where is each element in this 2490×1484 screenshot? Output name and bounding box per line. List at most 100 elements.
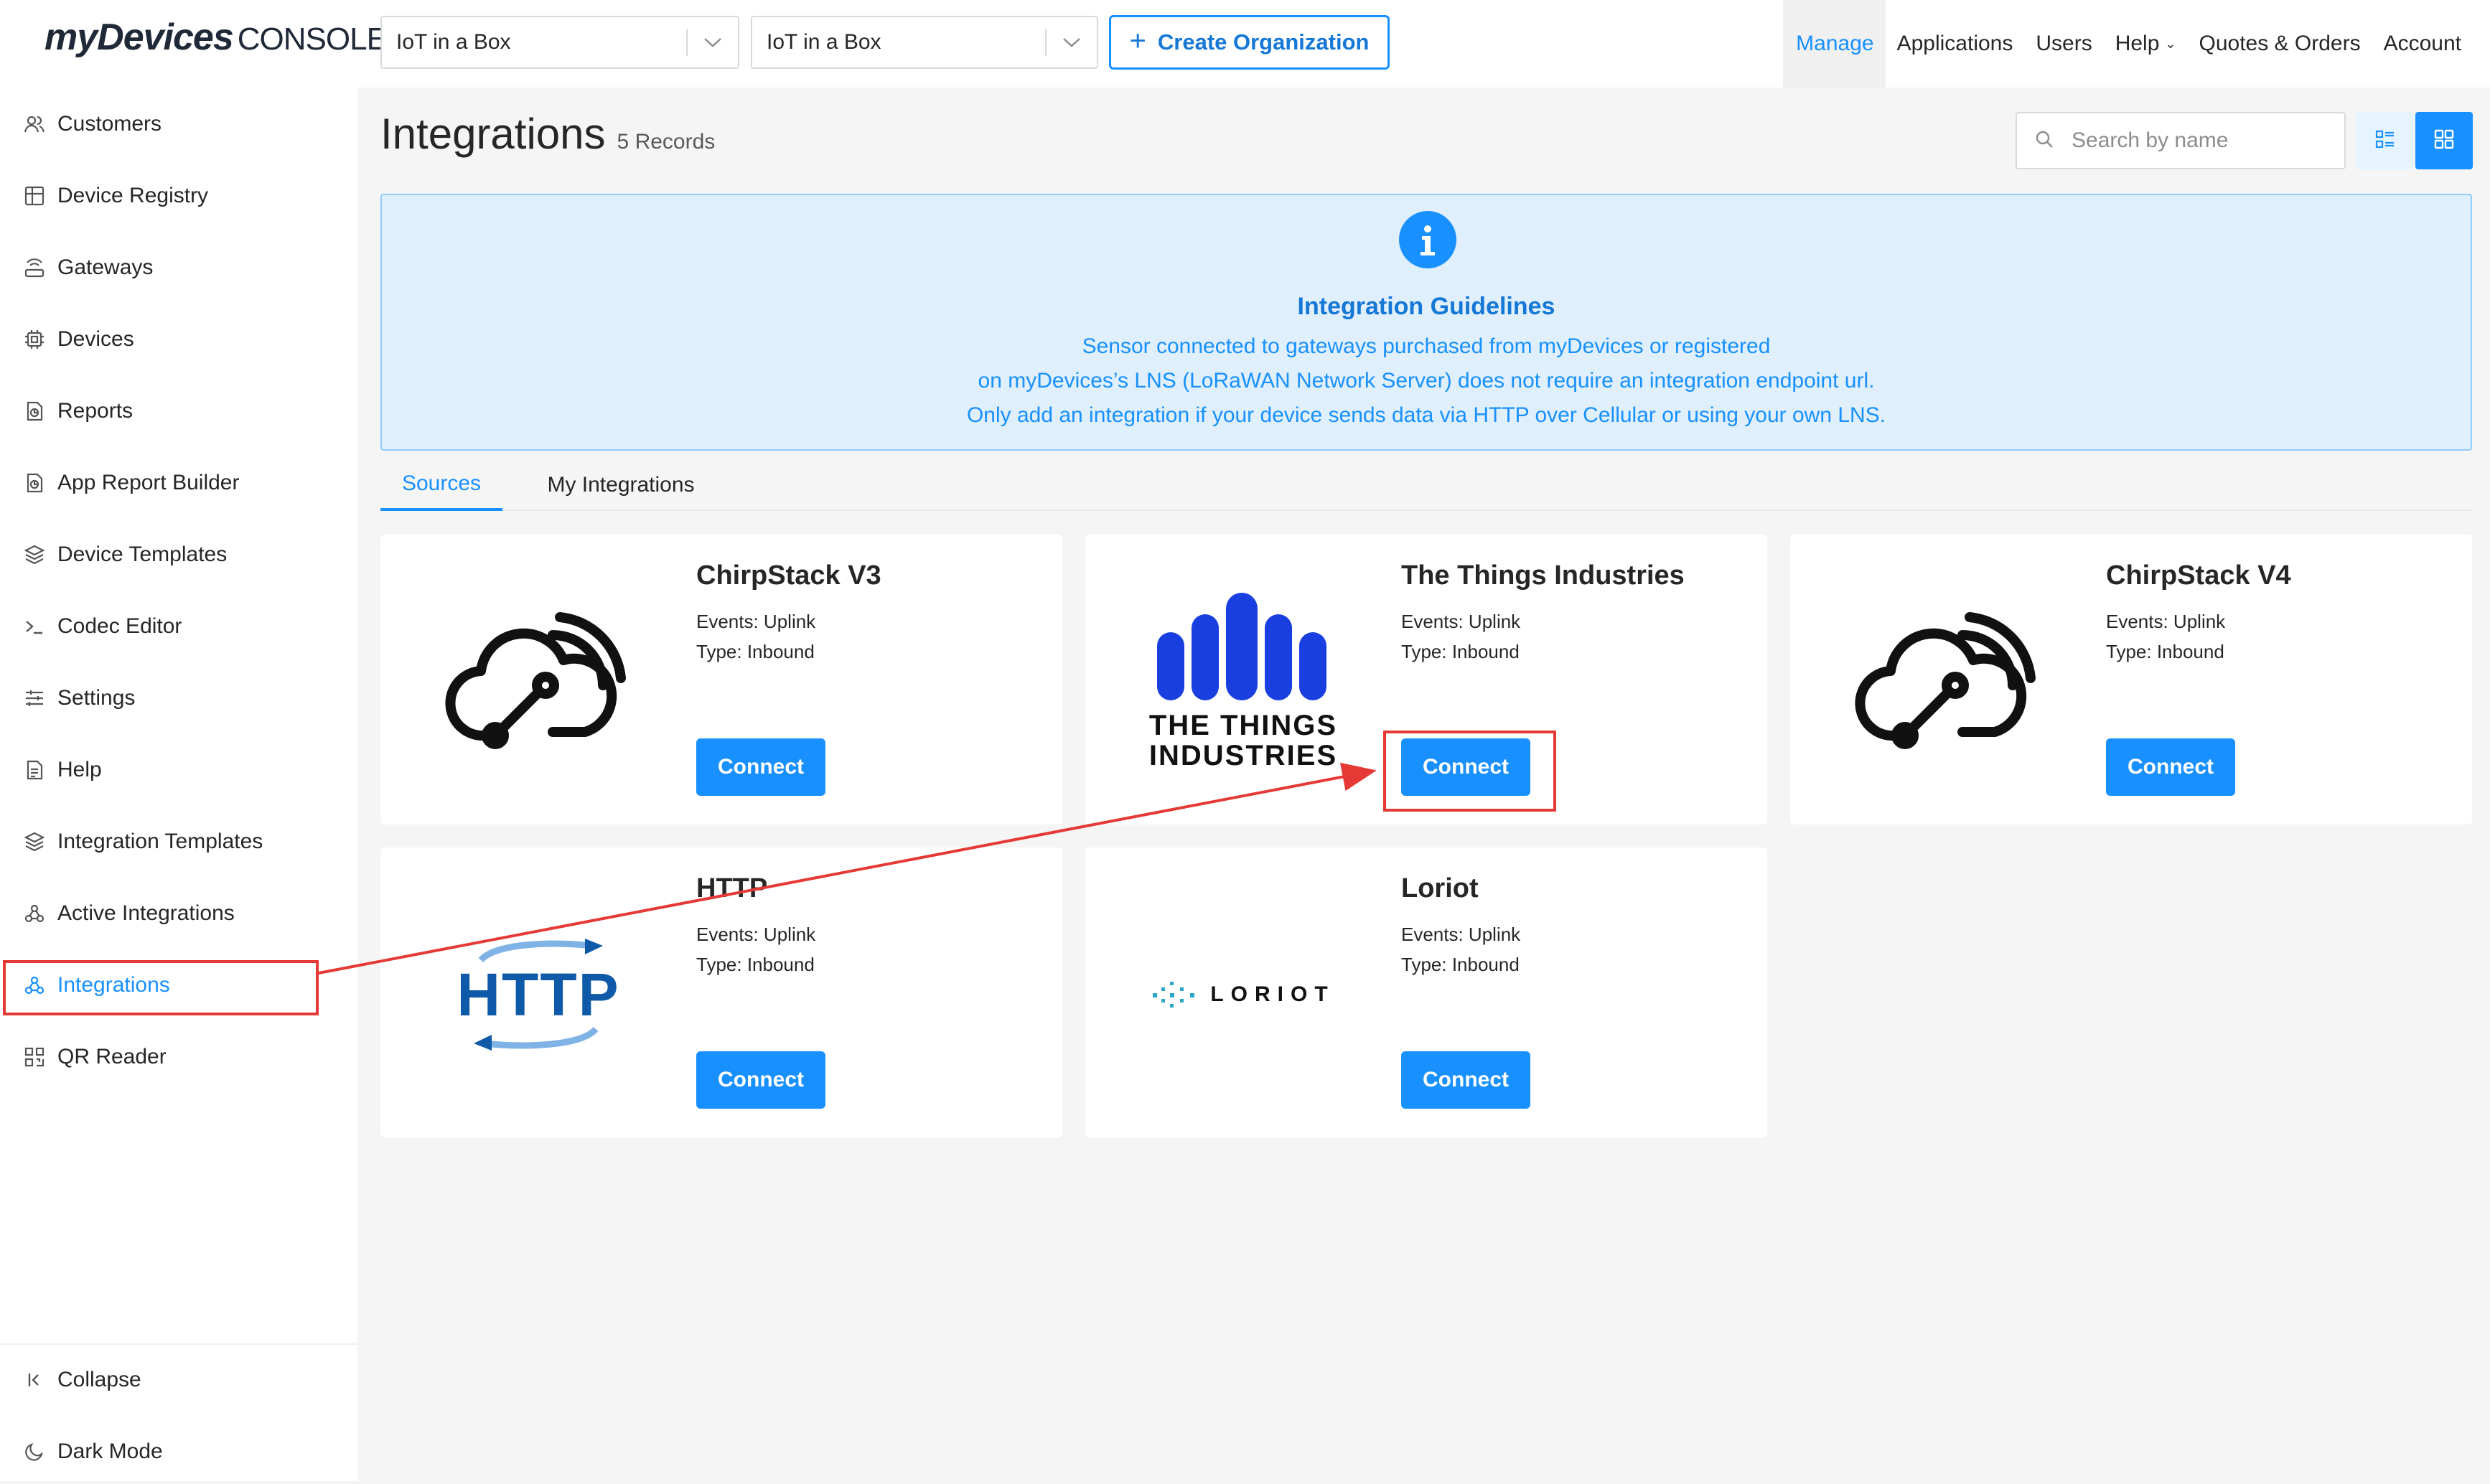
- nav-account[interactable]: Account: [2372, 0, 2490, 88]
- loriot-logo-text: LORIOT: [1210, 982, 1335, 1006]
- collapse-icon: [22, 1367, 47, 1393]
- organization-select-secondary[interactable]: IoT in a Box: [751, 16, 1098, 69]
- banner-line: on myDevices’s LNS (LoRaWAN Network Serv…: [978, 369, 1875, 393]
- document-icon: [22, 757, 47, 783]
- annotation-highlight-integrations: [3, 960, 319, 1015]
- report-builder-icon: [22, 470, 47, 496]
- integration-guidelines-banner: Integration Guidelines Sensor connected …: [380, 194, 2472, 451]
- integration-card-chirpstack-v3: ChirpStack V3 Events: Uplink Type: Inbou…: [380, 535, 1062, 825]
- tti-logo-text-line2: INDUSTRIES: [1148, 740, 1338, 771]
- sidebar-dark-mode[interactable]: Dark Mode: [0, 1419, 357, 1484]
- nav-help[interactable]: Help ⌄: [2104, 0, 2188, 88]
- sidebar-item-label: Gateways: [57, 255, 154, 279]
- registry-icon: [22, 183, 47, 209]
- chirpstack-logo: [423, 585, 653, 779]
- sidebar-divider: [0, 1343, 357, 1345]
- loriot-logo: LORIOT: [1128, 898, 1358, 1091]
- sidebar-item-codec-editor[interactable]: Codec Editor: [0, 594, 357, 659]
- sidebar-item-gateways[interactable]: Gateways: [0, 235, 357, 300]
- sidebar-item-label: Reports: [57, 399, 134, 423]
- search-box[interactable]: [2016, 112, 2346, 169]
- card-type: Type: Inbound: [696, 954, 815, 975]
- nav-applications[interactable]: Applications: [1886, 0, 2025, 88]
- moon-icon: [22, 1439, 47, 1465]
- search-input[interactable]: [2070, 128, 2314, 154]
- top-navigation: Manage Applications Users Help ⌄ Quotes …: [1783, 0, 2490, 88]
- sidebar-collapse[interactable]: Collapse: [0, 1348, 357, 1412]
- create-organization-button[interactable]: + Create Organization: [1109, 15, 1390, 70]
- sidebar-item-reports[interactable]: Reports: [0, 379, 357, 443]
- card-type: Type: Inbound: [696, 641, 815, 662]
- terminal-icon: [22, 614, 47, 639]
- http-logo: HTTP: [423, 898, 653, 1091]
- integration-card-chirpstack-v4: ChirpStack V4 Events: Uplink Type: Inbou…: [1790, 535, 2472, 825]
- chevron-down-icon: [688, 37, 738, 48]
- report-icon: [22, 398, 47, 424]
- layers-icon: [22, 542, 47, 568]
- sidebar-item-label: Active Integrations: [57, 901, 235, 925]
- webhook-icon: [22, 901, 47, 926]
- connect-button[interactable]: Connect: [2106, 738, 2235, 796]
- card-events: Events: Uplink: [2106, 611, 2226, 632]
- tab-sources[interactable]: Sources: [380, 459, 502, 511]
- card-type: Type: Inbound: [1401, 641, 1520, 662]
- card-title: ChirpStack V4: [2106, 560, 2291, 591]
- sidebar-item-active-integrations[interactable]: Active Integrations: [0, 881, 357, 946]
- integration-card-http: HTTP HTTP Events: Uplink Type: Inbound C…: [380, 847, 1062, 1137]
- chevron-down-icon: ⌄: [2165, 36, 2176, 51]
- nav-users[interactable]: Users: [2024, 0, 2103, 88]
- sidebar-item-devices[interactable]: Devices: [0, 307, 357, 372]
- search-icon: [2034, 129, 2054, 153]
- users-icon: [22, 111, 47, 137]
- sidebar-item-integration-templates[interactable]: Integration Templates: [0, 809, 357, 874]
- banner-title: Integration Guidelines: [1297, 293, 1555, 320]
- integration-card-loriot: LORIOT Loriot Events: Uplink Type: Inbou…: [1085, 847, 1767, 1137]
- records-count: 5 Records: [617, 130, 716, 154]
- banner-line: Only add an integration if your device s…: [966, 403, 1886, 427]
- nav-help-label: Help: [2115, 32, 2160, 55]
- sidebar: Customers Device Registry Gateways Devic…: [0, 88, 357, 1481]
- organization-select-primary[interactable]: IoT in a Box: [380, 16, 739, 69]
- chip-icon: [22, 327, 47, 352]
- chevron-down-icon: [1047, 37, 1097, 48]
- sidebar-item-device-templates[interactable]: Device Templates: [0, 522, 357, 587]
- app-logo[interactable]: myDevices CONSOLE: [45, 16, 388, 66]
- sidebar-item-label: Devices: [57, 327, 134, 351]
- chirpstack-logo: [1833, 585, 2063, 779]
- sidebar-item-label: Integration Templates: [57, 830, 263, 853]
- card-title: ChirpStack V3: [696, 560, 881, 591]
- sidebar-item-help[interactable]: Help: [0, 738, 357, 802]
- nav-manage[interactable]: Manage: [1783, 0, 1886, 88]
- grid-view-button[interactable]: [2415, 112, 2473, 169]
- tab-my-integrations[interactable]: My Integrations: [502, 459, 739, 511]
- sidebar-item-customers[interactable]: Customers: [0, 92, 357, 156]
- the-things-industries-logo: THE THINGS INDUSTRIES: [1128, 585, 1358, 779]
- card-events: Events: Uplink: [1401, 924, 1521, 945]
- page-title: Integrations 5 Records: [380, 109, 715, 159]
- nav-quotes-orders[interactable]: Quotes & Orders: [2188, 0, 2372, 88]
- sidebar-item-qr-reader[interactable]: QR Reader: [0, 1025, 357, 1089]
- sidebar-item-device-registry[interactable]: Device Registry: [0, 164, 357, 228]
- list-view-icon: [2374, 128, 2396, 154]
- card-title: Loriot: [1401, 873, 1479, 903]
- annotation-highlight-connect: [1383, 731, 1556, 812]
- banner-line: Sensor connected to gateways purchased f…: [1082, 334, 1771, 358]
- grid-view-icon: [2433, 128, 2455, 154]
- sidebar-collapse-label: Collapse: [57, 1368, 141, 1391]
- layers-icon: [22, 829, 47, 855]
- connect-button[interactable]: Connect: [696, 1051, 825, 1109]
- sidebar-item-label: Device Templates: [57, 543, 228, 566]
- sidebar-item-settings[interactable]: Settings: [0, 666, 357, 731]
- tti-logo-text-line1: THE THINGS: [1148, 710, 1338, 741]
- plus-icon: +: [1129, 25, 1146, 57]
- card-type: Type: Inbound: [1401, 954, 1520, 975]
- sidebar-item-app-report-builder[interactable]: App Report Builder: [0, 451, 357, 515]
- http-logo-text: HTTP: [457, 961, 620, 1028]
- sidebar-item-label: Customers: [57, 112, 162, 136]
- integration-tabs: Sources My Integrations: [380, 459, 2472, 511]
- sidebar-item-label: Settings: [57, 686, 136, 710]
- connect-button[interactable]: Connect: [696, 738, 825, 796]
- list-view-button[interactable]: [2356, 112, 2414, 169]
- connect-button[interactable]: Connect: [1401, 1051, 1530, 1109]
- sidebar-item-label: Help: [57, 758, 102, 781]
